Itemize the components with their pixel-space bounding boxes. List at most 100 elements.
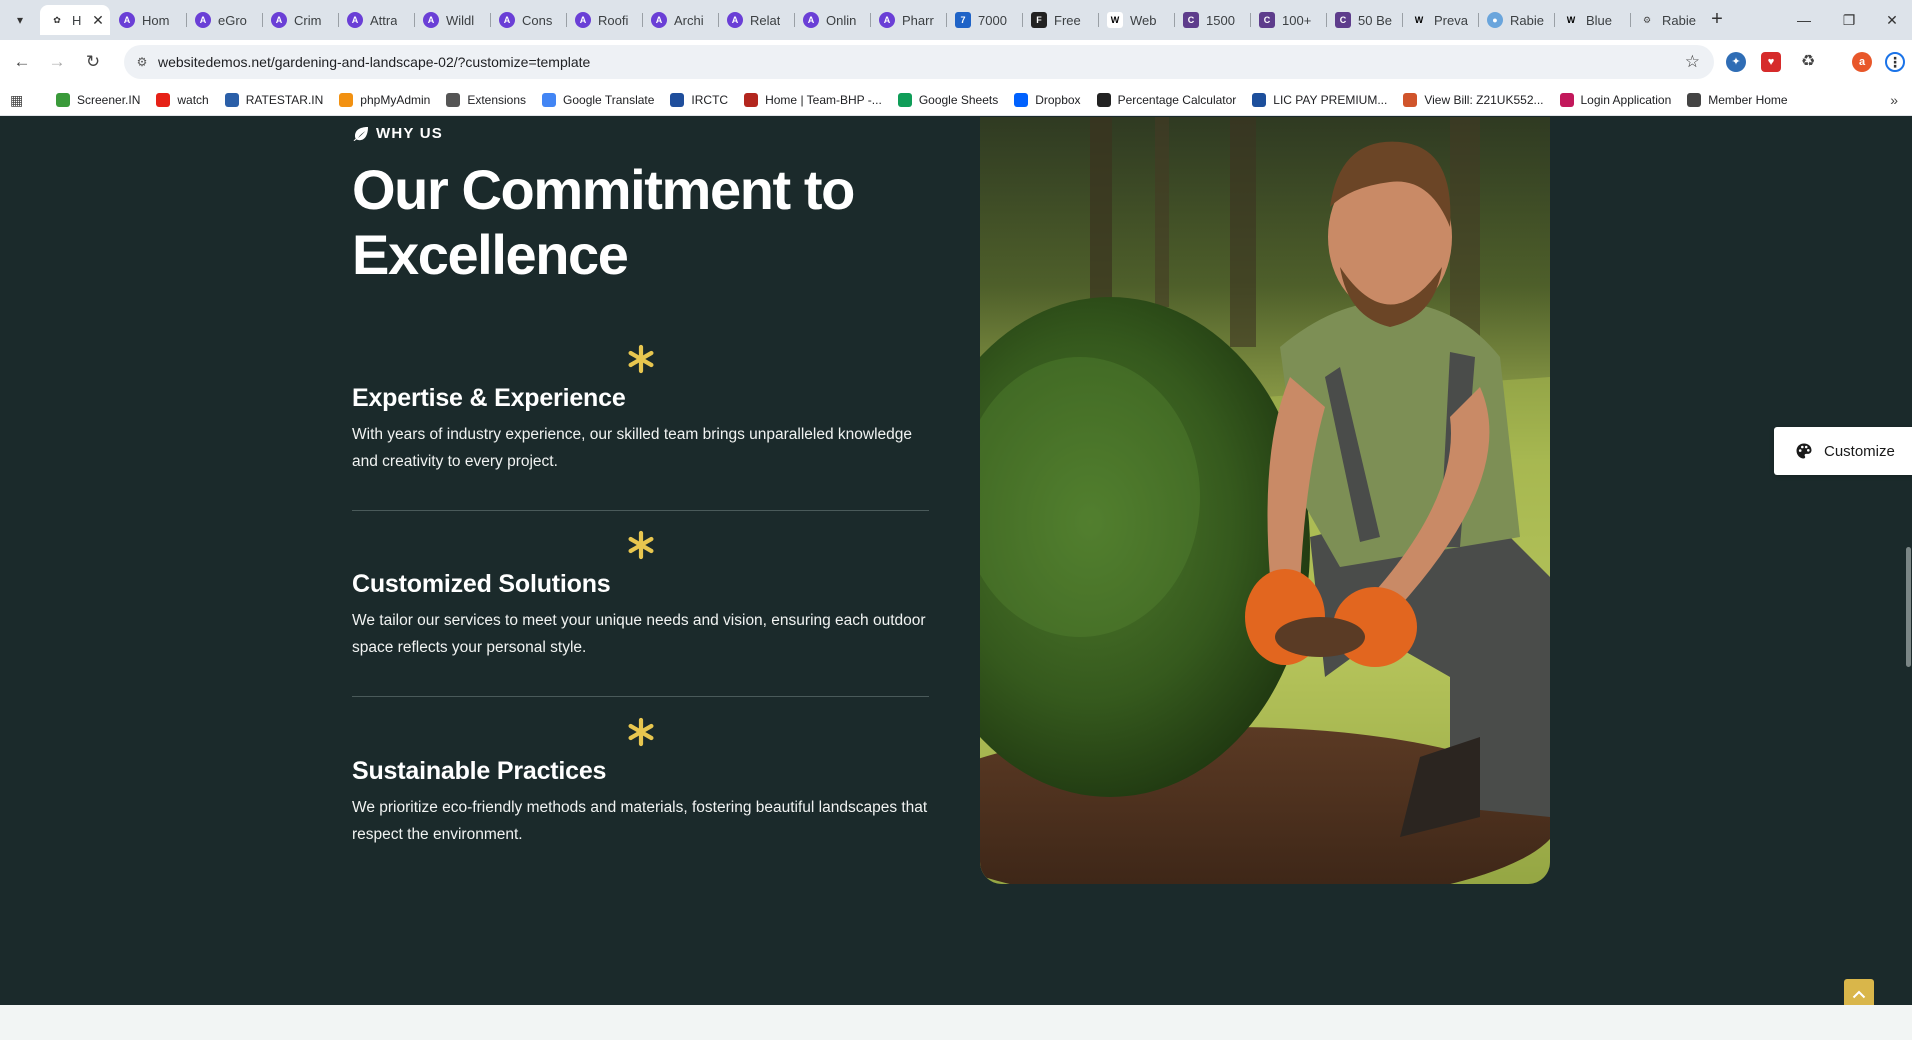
eyebrow-text: WHY US bbox=[376, 125, 443, 142]
customize-label: Customize bbox=[1824, 442, 1895, 460]
tab-strip: ▾ ✿ H ✕ A Hom AeGro A Crim A Attra A Wildl A Cons A Roo… bbox=[0, 0, 1912, 40]
bookmark-star-icon[interactable]: ☆ bbox=[1685, 52, 1700, 72]
tab-title: Blue bbox=[1586, 12, 1613, 28]
bookmark-item[interactable]: Login Application bbox=[1559, 93, 1671, 107]
browser-tab[interactable]: A Archi bbox=[642, 5, 718, 35]
tab-title: Free bbox=[1054, 12, 1081, 28]
profile-avatar[interactable]: a bbox=[1852, 52, 1872, 72]
extension-shield-icon[interactable]: ♥ bbox=[1761, 52, 1781, 72]
purple-square-favicon-icon: C bbox=[1259, 12, 1275, 28]
bookmark-favicon-icon bbox=[224, 93, 239, 107]
tab-close-icon[interactable]: ✕ bbox=[91, 13, 105, 27]
browser-tab[interactable]: ✿ H ✕ bbox=[40, 5, 110, 35]
asterisk-icon bbox=[628, 530, 654, 560]
browser-menu-icon[interactable]: ⋮ bbox=[1885, 52, 1905, 72]
more-bookmarks-icon[interactable]: » bbox=[1890, 92, 1898, 108]
bookmark-item[interactable]: Screener.IN bbox=[56, 93, 140, 107]
close-window-icon[interactable]: ✕ bbox=[1880, 8, 1904, 32]
minimize-icon[interactable]: — bbox=[1792, 8, 1816, 32]
browser-tab[interactable]: C 50 Be bbox=[1326, 5, 1402, 35]
back-arrow-icon[interactable]: ← bbox=[10, 50, 34, 74]
bookmark-item[interactable]: Member Home bbox=[1687, 93, 1788, 107]
bookmark-favicon-icon bbox=[1096, 93, 1111, 107]
bookmark-list: Screener.IN watch RATESTAR.IN phpMyAdmin Ext… bbox=[56, 84, 1804, 116]
asterisk-icon bbox=[628, 717, 654, 747]
browser-tab[interactable]: W Web bbox=[1098, 5, 1174, 35]
tab-title: Archi bbox=[674, 12, 704, 28]
browser-tab[interactable]: A Relat bbox=[718, 5, 794, 35]
bookmark-item[interactable]: RATESTAR.IN bbox=[224, 93, 323, 107]
bookmark-item[interactable]: IRCTC bbox=[670, 93, 728, 107]
bookmark-item[interactable]: LIC PAY PREMIUM... bbox=[1252, 93, 1387, 107]
bookmark-item[interactable]: Google Translate bbox=[542, 93, 654, 107]
bookmarks-bar: ▦ Screener.IN watch RATESTAR.IN phpMyAdmin E… bbox=[0, 84, 1912, 116]
browser-tab[interactable]: C 1500 bbox=[1174, 5, 1250, 35]
bookmark-favicon-icon bbox=[339, 93, 354, 107]
browser-tab[interactable]: ⚙ Rabie bbox=[1630, 5, 1706, 35]
bookmark-favicon-icon bbox=[897, 93, 912, 107]
tab-title: Relat bbox=[750, 12, 781, 28]
browser-tab[interactable]: W Blue bbox=[1554, 5, 1630, 35]
astra-favicon-icon: A bbox=[347, 12, 363, 28]
bookmark-label: Home | Team-BHP -... bbox=[765, 93, 882, 107]
url-text[interactable]: websitedemos.net/gardening-and-landscape… bbox=[158, 54, 590, 70]
browser-tab[interactable]: AeGro bbox=[186, 5, 262, 35]
bookmark-label: View Bill: Z21UK552... bbox=[1424, 93, 1544, 107]
bookmark-item[interactable]: Home | Team-BHP -... bbox=[744, 93, 882, 107]
browser-tab[interactable]: A Roofi bbox=[566, 5, 642, 35]
browser-tab[interactable]: A Onlin bbox=[794, 5, 870, 35]
browser-tab[interactable]: A Cons bbox=[490, 5, 566, 35]
browser-tab[interactable]: A Pharr bbox=[870, 5, 946, 35]
browser-tab[interactable]: C 100+ bbox=[1250, 5, 1326, 35]
tab-title: Web bbox=[1130, 12, 1157, 28]
browser-tab[interactable]: ● Rabie bbox=[1478, 5, 1554, 35]
wikipedia-favicon-icon: W bbox=[1414, 15, 1424, 25]
scrollbar-thumb[interactable] bbox=[1906, 547, 1911, 667]
bookmark-favicon-icon bbox=[1559, 93, 1574, 107]
new-tab-button[interactable]: + bbox=[1706, 9, 1728, 31]
browser-tab[interactable]: 7 7000 bbox=[946, 5, 1022, 35]
tab-title: Rabie bbox=[1510, 12, 1544, 28]
restore-window-icon[interactable]: ❐ bbox=[1837, 8, 1861, 32]
address-bar[interactable]: ⚙ websitedemos.net/gardening-and-landsca… bbox=[124, 45, 1714, 79]
extension-globe-icon[interactable]: ✦ bbox=[1726, 52, 1746, 72]
section-eyebrow: WHY US bbox=[353, 125, 443, 142]
wikipedia-favicon-icon: W bbox=[1566, 15, 1576, 25]
browser-tab[interactable]: A Crim bbox=[262, 5, 338, 35]
bookmark-item[interactable]: Dropbox bbox=[1014, 93, 1081, 107]
browser-tab[interactable]: A Wildl bbox=[414, 5, 490, 35]
purple-square-favicon-icon: C bbox=[1335, 12, 1351, 28]
extensions-puzzle-icon[interactable]: ♻ bbox=[1798, 52, 1818, 72]
forward-arrow-icon[interactable]: → bbox=[45, 50, 69, 74]
browser-tab[interactable]: F Free bbox=[1022, 5, 1098, 35]
bookmark-item[interactable]: View Bill: Z21UK552... bbox=[1403, 93, 1544, 107]
bookmark-favicon-icon bbox=[156, 93, 171, 107]
bookmark-item[interactable]: watch bbox=[156, 93, 209, 107]
bookmark-item[interactable]: Extensions bbox=[446, 93, 526, 107]
tab-search-chevron-icon[interactable]: ▾ bbox=[8, 8, 32, 32]
customize-button[interactable]: Customize bbox=[1774, 427, 1912, 475]
feature-title: Customized Solutions bbox=[352, 570, 611, 598]
feature-description: With years of industry experience, our s… bbox=[352, 426, 913, 470]
apps-grid-icon[interactable]: ▦ bbox=[10, 92, 26, 108]
tab-title: Rabie bbox=[1662, 12, 1696, 28]
bookmark-item[interactable]: Percentage Calculator bbox=[1096, 93, 1237, 107]
tab-title: Roofi bbox=[598, 12, 629, 28]
browser-tab[interactable]: W Preva bbox=[1402, 5, 1478, 35]
astra-favicon-icon: A bbox=[499, 12, 515, 28]
reload-icon[interactable]: ↻ bbox=[81, 50, 105, 74]
next-section-edge bbox=[0, 1005, 1912, 1040]
bookmark-label: Percentage Calculator bbox=[1117, 93, 1237, 107]
globe-blue-favicon-icon: ● bbox=[1487, 12, 1503, 28]
page-scrollbar[interactable] bbox=[1904, 117, 1912, 1005]
site-info-icon[interactable]: ⚙ bbox=[134, 54, 150, 70]
bookmark-item[interactable]: phpMyAdmin bbox=[339, 93, 430, 107]
scroll-to-top-button[interactable] bbox=[1844, 979, 1874, 1005]
browser-tab[interactable]: A Attra bbox=[338, 5, 414, 35]
bookmark-favicon-icon bbox=[744, 93, 759, 107]
browser-tab[interactable]: A Hom bbox=[110, 5, 186, 35]
feature-description: We prioritize eco-friendly methods and m… bbox=[352, 799, 928, 843]
tab-title: H bbox=[72, 12, 82, 28]
why-us-section: WHY US Our Commitment to Excellence Expe… bbox=[0, 117, 1912, 1005]
bookmark-item[interactable]: Google Sheets bbox=[897, 93, 998, 107]
